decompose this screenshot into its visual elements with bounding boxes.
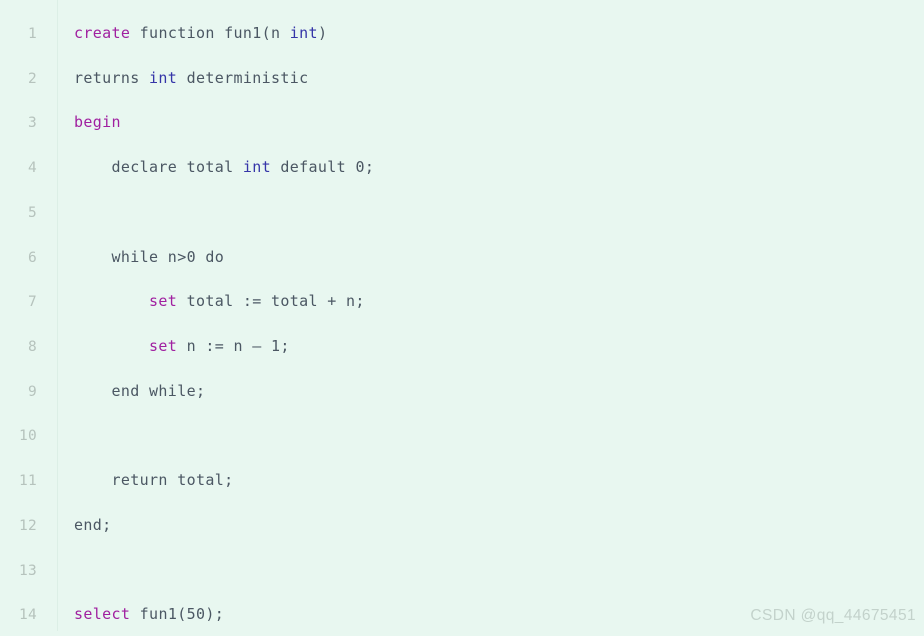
code-token-plain: deterministic [177,68,309,87]
line-number: 1 [27,26,37,42]
line-number: 11 [18,473,37,490]
line-number: 13 [18,562,37,579]
code-token-kw: select [74,605,131,624]
line-code[interactable]: create function fun1(n int) [74,23,327,44]
line-number: 6 [27,249,37,266]
code-token-plain: function fun1(n [130,24,290,42]
line-number: 10 [18,428,37,445]
code-line[interactable]: 3 begin [0,99,924,144]
code-line[interactable]: 2 returns int deterministic [0,55,924,100]
csdn-watermark: CSDN @qq_44675451 [750,607,916,624]
line-code[interactable]: set n := n – 1; [74,336,290,357]
code-token-plain: returns [74,68,150,87]
code-line[interactable]: 4 declare total int default 0; [0,144,924,189]
code-line[interactable]: 5 [0,189,924,234]
code-token-plain: ) [317,24,328,42]
code-token-plain: end while; [74,381,206,400]
code-token-type: int [149,68,178,87]
code-token-plain: while n>0 do [74,247,225,266]
code-line[interactable]: 1 create function fun1(n int) [0,10,924,55]
code-token-plain: fun1(50); [130,605,225,624]
code-line[interactable]: 10 [0,412,924,457]
code-token-kw: begin [74,113,121,132]
code-token-type: int [289,24,318,42]
line-number: 8 [27,339,37,356]
code-line[interactable]: 11 return total; [0,457,924,502]
line-number: 14 [18,607,37,624]
code-block[interactable]: 1 create function fun1(n int) 2 returns int… [0,0,924,631]
code-token-plain: declare total [74,158,243,177]
code-line[interactable]: 8 set n := n – 1; [0,323,924,368]
line-code[interactable]: end; [74,515,112,536]
code-token-plain: n := n – 1; [177,337,290,356]
line-code[interactable]: set total := total + n; [74,291,365,312]
line-code[interactable]: return total; [74,470,234,491]
code-token-plain: end; [74,515,112,534]
line-code[interactable]: select fun1(50); [74,604,224,625]
code-line[interactable]: 13 [0,547,924,592]
line-number: 12 [18,517,37,534]
code-token-kw: set [149,337,178,356]
code-line[interactable]: 6 while n>0 do [0,234,924,279]
line-code[interactable]: returns int deterministic [74,68,309,89]
line-code[interactable]: begin [74,112,121,133]
code-token-kw: set [149,292,178,311]
line-number: 9 [27,383,37,400]
code-token-kw: create [74,24,131,42]
line-code[interactable]: declare total int default 0; [74,157,374,178]
code-token-type: int [242,158,272,177]
code-line[interactable]: 12 end; [0,502,924,547]
line-number: 2 [27,70,37,87]
code-line[interactable]: 9 end while; [0,368,924,413]
code-token-plain: return total; [74,471,234,490]
code-token-plain: total := total + n; [177,292,365,311]
line-code[interactable]: end while; [74,381,205,402]
code-line[interactable]: 7 set total := total + n; [0,278,924,323]
line-number: 7 [27,294,37,311]
line-code[interactable]: while n>0 do [74,247,224,268]
line-number: 3 [27,115,37,132]
code-token-plain: default 0; [271,158,375,177]
line-number: 4 [27,160,37,177]
line-number: 5 [27,204,37,221]
